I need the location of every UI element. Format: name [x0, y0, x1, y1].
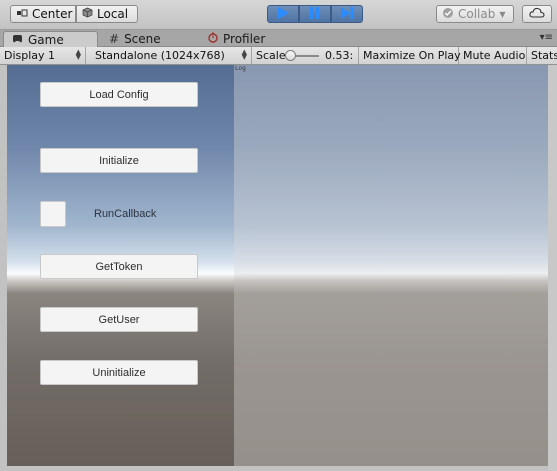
local-cube-icon	[82, 7, 93, 21]
step-icon	[340, 6, 354, 23]
game-view-control-bar: Display 1 ▲ ▼ Standalone (1024x768) ▲ ▼ Sc…	[0, 47, 557, 65]
cloud-button[interactable]	[522, 5, 552, 23]
pivot-toggle-button[interactable]: Center	[10, 5, 76, 23]
get-user-label: GetUser	[98, 313, 140, 326]
tab-game[interactable]: Game	[3, 31, 98, 47]
display-dropdown[interactable]: Display 1 ▲ ▼	[0, 47, 86, 64]
tab-menu-icon[interactable]: ▾≡	[540, 32, 553, 43]
play-icon	[276, 6, 290, 23]
initialize-label: Initialize	[99, 154, 139, 167]
tab-game-label: Game	[28, 32, 64, 47]
maximize-label: Maximize On Play	[363, 49, 461, 62]
run-callback-toggle[interactable]	[40, 201, 66, 227]
chevron-down-icon: ▼	[499, 9, 506, 19]
tab-scene-label: Scene	[124, 32, 161, 46]
scale-label: Scale	[256, 49, 286, 62]
space-label: Local	[97, 7, 129, 21]
game-icon	[12, 33, 23, 47]
scale-control: Scale 0.53:	[252, 47, 359, 64]
get-user-button[interactable]: GetUser	[40, 307, 198, 332]
stats-label: Stats	[531, 49, 557, 62]
view-tab-bar: Game # Scene Profiler ▾≡	[0, 30, 557, 47]
initialize-button[interactable]: Initialize	[40, 148, 198, 173]
uninitialize-button[interactable]: Uninitialize	[40, 360, 198, 385]
step-button[interactable]	[331, 5, 363, 23]
scale-value: 0.53:	[325, 49, 354, 62]
uninitialize-label: Uninitialize	[92, 366, 146, 379]
pivot-label: Center	[32, 7, 73, 21]
scene-grid-icon: #	[109, 32, 120, 46]
pause-button[interactable]	[299, 5, 331, 23]
profiler-icon	[208, 32, 218, 46]
dropdown-arrows-icon: ▲ ▼	[75, 48, 81, 61]
collab-dropdown[interactable]: Collab ▼	[436, 5, 514, 23]
viewport-gutter	[548, 65, 557, 471]
mute-label: Mute Audio	[463, 49, 526, 62]
pause-icon	[309, 6, 321, 23]
cloud-icon	[529, 7, 545, 21]
space-toggle-button[interactable]: Local	[76, 5, 138, 23]
load-config-button[interactable]: Load Config	[40, 82, 198, 107]
resolution-dropdown[interactable]: Standalone (1024x768) ▲ ▼	[91, 47, 252, 64]
run-callback-label: RunCallback	[94, 208, 157, 220]
maximize-on-play-toggle[interactable]: Maximize On Play	[359, 47, 461, 64]
main-toolbar: Center Local Collab ▼	[0, 0, 557, 30]
stats-toggle[interactable]: Stats	[527, 47, 557, 64]
collab-check-icon	[442, 7, 454, 22]
get-token-button[interactable]: GetToken	[40, 254, 198, 279]
resolution-label: Standalone (1024x768)	[95, 49, 225, 62]
display-label: Display 1	[4, 49, 56, 62]
tab-profiler[interactable]: Profiler	[200, 31, 273, 47]
tab-scene[interactable]: # Scene	[101, 31, 169, 47]
load-config-label: Load Config	[89, 88, 149, 101]
play-button[interactable]	[267, 5, 299, 23]
dropdown-arrows-icon: ▲ ▼	[241, 48, 247, 61]
get-token-label: GetToken	[95, 260, 143, 273]
collab-label: Collab	[458, 7, 496, 21]
scale-slider-knob[interactable]	[285, 50, 296, 61]
log-label: Log	[235, 65, 246, 72]
pivot-icon	[16, 7, 28, 21]
game-viewport: Log Load Config Initialize RunCallback G…	[0, 65, 557, 471]
mute-audio-toggle[interactable]: Mute Audio	[459, 47, 527, 64]
log-panel: Log	[234, 65, 548, 466]
tab-profiler-label: Profiler	[223, 32, 266, 46]
